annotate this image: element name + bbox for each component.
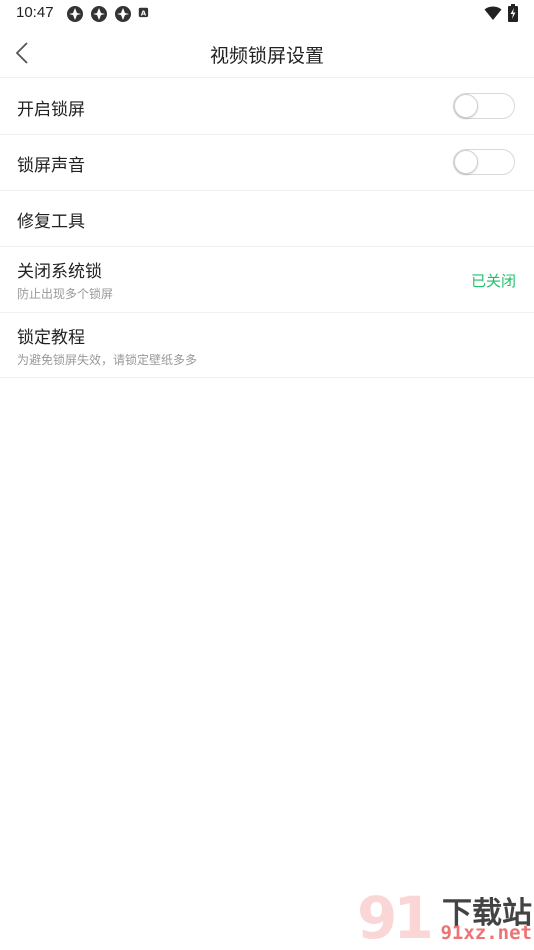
status-label: 已关闭: [470, 272, 516, 290]
notification-icons: A: [66, 5, 152, 23]
setting-subtitle: 防止出现多个锁屏: [17, 287, 114, 301]
app-notification-icon: [67, 6, 83, 22]
enable-lockscreen-toggle[interactable]: [453, 93, 515, 119]
svg-text:A: A: [141, 10, 147, 18]
setting-row-disable-system-lock[interactable]: 关闭系统锁 防止出现多个锁屏 已关闭: [0, 247, 534, 313]
top-bar: 视频锁屏设置: [0, 28, 534, 78]
setting-row-enable-lockscreen[interactable]: 开启锁屏: [0, 78, 534, 135]
keyboard-a-icon: A: [138, 7, 149, 18]
status-bar: 10:47 A: [0, 0, 534, 28]
setting-row-repair-tool[interactable]: 修复工具: [0, 191, 534, 247]
lockscreen-sound-toggle[interactable]: [453, 149, 515, 175]
page-title: 视频锁屏设置: [209, 45, 324, 67]
setting-row-lockscreen-sound[interactable]: 锁屏声音: [0, 135, 534, 191]
setting-subtitle: 为避免锁屏失效，请锁定壁纸多多: [17, 353, 198, 367]
setting-row-lock-tutorial[interactable]: 锁定教程 为避免锁屏失效，请锁定壁纸多多: [0, 313, 534, 378]
wifi-icon: [484, 6, 502, 20]
setting-title: 关闭系统锁: [17, 262, 102, 282]
watermark-mark: 91: [357, 884, 434, 950]
setting-title: 修复工具: [17, 212, 85, 232]
toggle-knob: [454, 94, 478, 118]
battery-charging-icon: [508, 4, 518, 22]
setting-title: 开启锁屏: [17, 100, 85, 120]
system-status-icons: [484, 4, 518, 22]
toggle-knob: [454, 150, 478, 174]
setting-title: 锁定教程: [17, 328, 85, 348]
app-notification-icon: [91, 6, 107, 22]
watermark-bottom-text: 91xz.net: [440, 922, 532, 944]
status-time: 10:47: [16, 4, 54, 21]
setting-title: 锁屏声音: [17, 156, 85, 176]
app-notification-icon: [115, 6, 131, 22]
site-watermark: 91 下载站 91xz.net: [357, 884, 532, 950]
